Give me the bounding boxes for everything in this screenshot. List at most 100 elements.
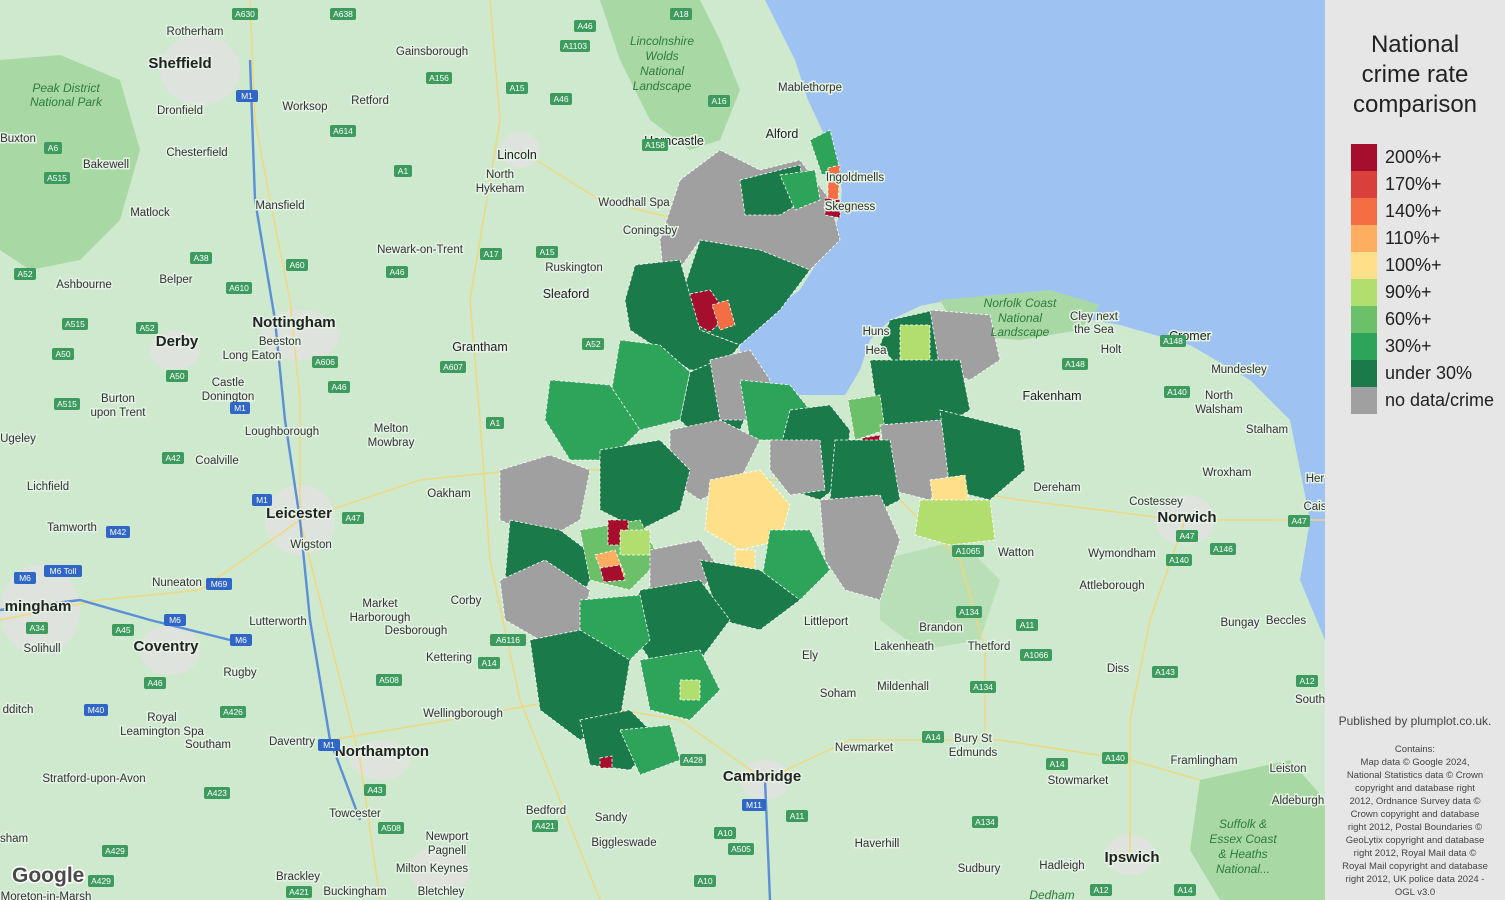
svg-text:Bungay: Bungay xyxy=(1220,617,1259,629)
svg-text:Ugeley: Ugeley xyxy=(0,433,36,445)
svg-text:Leiston: Leiston xyxy=(1269,763,1306,775)
svg-text:A421: A421 xyxy=(535,821,555,831)
svg-text:A10: A10 xyxy=(717,828,732,838)
svg-text:Lincoln: Lincoln xyxy=(497,148,537,162)
svg-text:Littleport: Littleport xyxy=(804,616,849,628)
svg-text:Derby: Derby xyxy=(156,333,199,350)
svg-text:Landscape: Landscape xyxy=(991,325,1050,339)
svg-text:Diss: Diss xyxy=(1107,663,1130,675)
data-attribution: Contains: Map data © Google 2024, National… xyxy=(1329,743,1501,899)
svg-text:Gainsborough: Gainsborough xyxy=(396,46,468,58)
svg-text:A428: A428 xyxy=(683,755,703,765)
svg-text:Norfolk Coast: Norfolk Coast xyxy=(984,296,1057,310)
svg-text:A46: A46 xyxy=(553,94,568,104)
legend-label: 200%+ xyxy=(1385,147,1442,167)
attribution-line: right 2012, Postal Boundaries © xyxy=(1347,822,1483,833)
svg-text:Melton: Melton xyxy=(374,423,409,435)
svg-text:Southam: Southam xyxy=(185,739,231,751)
legend-panel: National crime rate comparison 200%+ 170%… xyxy=(1325,0,1505,900)
svg-text:A46: A46 xyxy=(389,267,404,277)
svg-text:Mansfield: Mansfield xyxy=(255,200,304,212)
svg-text:Sandy: Sandy xyxy=(595,812,628,824)
svg-text:A52: A52 xyxy=(139,323,154,333)
svg-text:A43: A43 xyxy=(367,785,382,795)
legend-item: 30%+ xyxy=(1351,333,1494,360)
svg-text:A18: A18 xyxy=(673,9,688,19)
attribution-line: Contains: xyxy=(1394,744,1436,755)
svg-text:Buxton: Buxton xyxy=(0,133,36,145)
svg-text:Long Eaton: Long Eaton xyxy=(223,350,282,362)
legend-item: 140%+ xyxy=(1351,198,1494,225)
svg-text:Nottingham: Nottingham xyxy=(252,314,335,331)
svg-text:A12: A12 xyxy=(1093,885,1108,895)
svg-text:A508: A508 xyxy=(379,675,399,685)
attribution-line: National Statistics data © Crown xyxy=(1346,770,1484,781)
svg-text:A156: A156 xyxy=(429,73,449,83)
svg-text:A1065: A1065 xyxy=(956,546,981,556)
attribution-line: 2012, Ordnance Survey data © xyxy=(1349,796,1481,807)
svg-text:A6: A6 xyxy=(48,143,59,153)
svg-text:A638: A638 xyxy=(333,9,353,19)
svg-text:Cambridge: Cambridge xyxy=(723,768,801,785)
svg-text:Wroxham: Wroxham xyxy=(1203,467,1252,479)
svg-text:Beeston: Beeston xyxy=(259,336,301,348)
svg-text:A47: A47 xyxy=(1179,531,1194,541)
svg-text:A146: A146 xyxy=(1213,544,1233,554)
svg-text:Essex Coast: Essex Coast xyxy=(1209,832,1277,846)
svg-text:Bedford: Bedford xyxy=(526,805,566,817)
google-logo: Google xyxy=(12,864,84,887)
svg-text:Loughborough: Loughborough xyxy=(245,426,319,438)
svg-text:Brandon: Brandon xyxy=(919,622,962,634)
svg-text:Ingoldmells: Ingoldmells xyxy=(826,172,884,184)
legend-item: 60%+ xyxy=(1351,306,1494,333)
svg-text:Dedham: Dedham xyxy=(1029,888,1074,900)
svg-text:the Sea: the Sea xyxy=(1074,324,1114,336)
legend-swatch xyxy=(1351,333,1377,360)
svg-text:A508: A508 xyxy=(381,823,401,833)
svg-text:A610: A610 xyxy=(229,283,249,293)
svg-text:A134: A134 xyxy=(959,607,979,617)
svg-text:Rotherham: Rotherham xyxy=(167,26,224,38)
svg-text:Huns: Huns xyxy=(863,326,890,338)
svg-text:Alford: Alford xyxy=(766,127,799,141)
svg-text:A38: A38 xyxy=(193,253,208,263)
svg-text:Lakenheath: Lakenheath xyxy=(874,641,934,653)
svg-text:A50: A50 xyxy=(55,349,70,359)
svg-text:Dereham: Dereham xyxy=(1033,482,1080,494)
svg-text:Desborough: Desborough xyxy=(385,625,448,637)
svg-text:Market: Market xyxy=(362,598,398,610)
svg-text:& Heaths: & Heaths xyxy=(1218,847,1267,861)
svg-text:A14: A14 xyxy=(481,658,496,668)
svg-text:Peak District: Peak District xyxy=(32,81,100,95)
legend-label: 30%+ xyxy=(1385,336,1432,356)
legend: 200%+ 170%+ 140%+ 110%+ 100%+ 90%+ 60%+ 30%+ und… xyxy=(1351,144,1494,414)
legend-swatch xyxy=(1351,360,1377,387)
svg-text:M69: M69 xyxy=(211,579,228,589)
svg-text:Castle: Castle xyxy=(212,377,245,389)
svg-text:sham: sham xyxy=(0,833,28,845)
svg-text:Bakewell: Bakewell xyxy=(83,159,129,171)
svg-text:M1: M1 xyxy=(234,403,246,413)
legend-label: 90%+ xyxy=(1385,282,1432,302)
svg-text:Suffolk &: Suffolk & xyxy=(1219,817,1267,831)
svg-text:Edmunds: Edmunds xyxy=(949,747,998,759)
svg-text:M42: M42 xyxy=(110,527,127,537)
svg-text:A134: A134 xyxy=(973,682,993,692)
svg-text:Newmarket: Newmarket xyxy=(835,742,894,754)
attribution-line: copyright and database right xyxy=(1355,783,1475,794)
svg-text:South: South xyxy=(1295,694,1325,706)
svg-text:Wigston: Wigston xyxy=(290,539,332,551)
map-canvas[interactable]: Rotherham Sheffield Gainsborough Peak Di… xyxy=(0,0,1325,900)
svg-text:A423: A423 xyxy=(207,788,227,798)
svg-text:M6: M6 xyxy=(169,615,181,625)
svg-text:A60: A60 xyxy=(289,260,304,270)
svg-text:A14: A14 xyxy=(1177,885,1192,895)
svg-text:Moreton-in-Marsh: Moreton-in-Marsh xyxy=(1,891,92,900)
svg-text:Chesterfield: Chesterfield xyxy=(166,147,227,159)
legend-title: National crime rate comparison xyxy=(1325,30,1505,120)
svg-text:Ely: Ely xyxy=(802,650,818,662)
svg-text:Pagnell: Pagnell xyxy=(428,845,466,857)
svg-text:Corby: Corby xyxy=(451,595,482,607)
svg-text:A606: A606 xyxy=(315,357,335,367)
svg-text:A140: A140 xyxy=(1169,555,1189,565)
